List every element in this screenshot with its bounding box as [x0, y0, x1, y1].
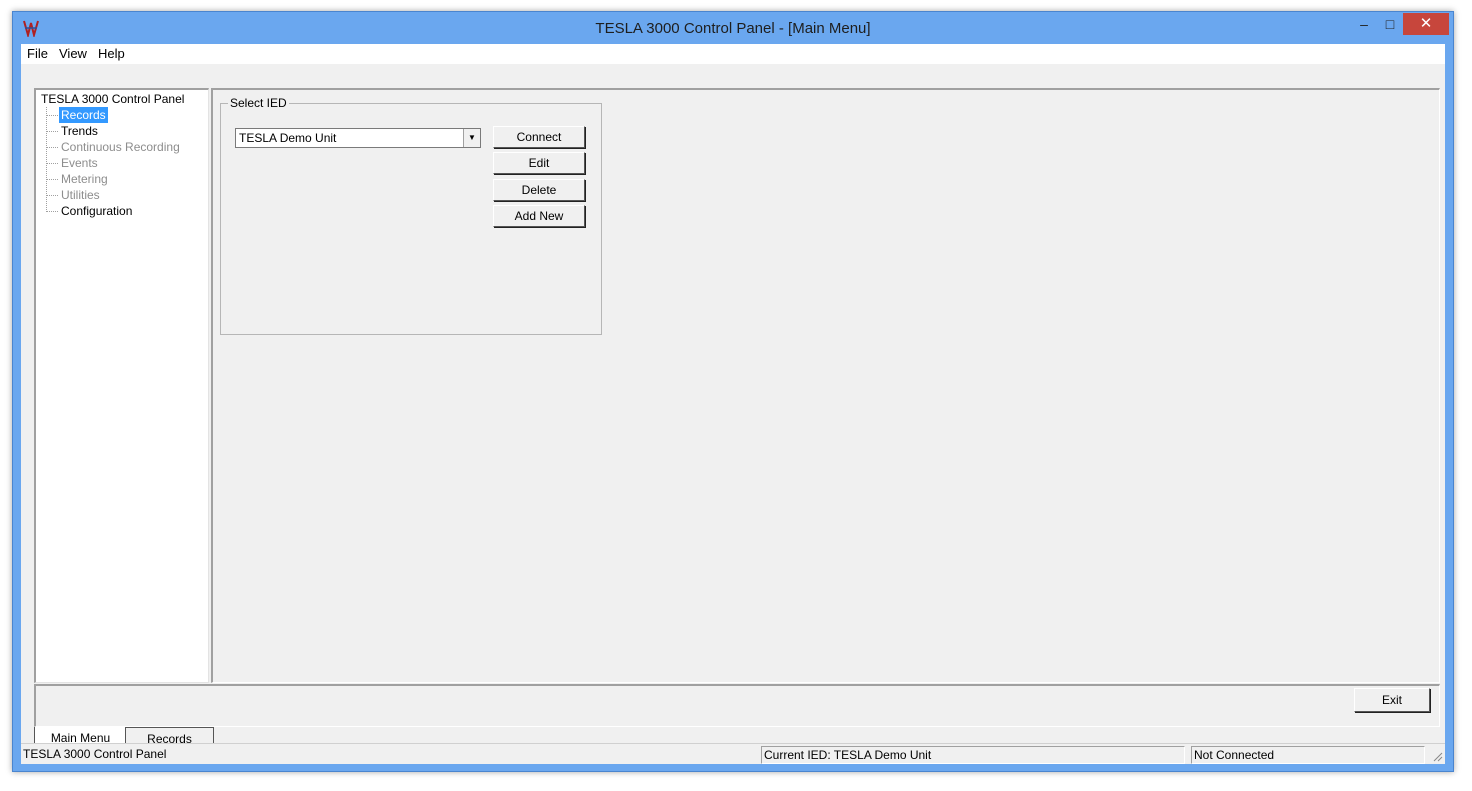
tree-connector [46, 131, 58, 132]
window-title: TESLA 3000 Control Panel - [Main Menu] [595, 20, 871, 37]
tree-root[interactable]: TESLA 3000 Control Panel [41, 92, 184, 106]
resize-grip-icon[interactable] [1431, 750, 1443, 762]
status-app-name: TESLA 3000 Control Panel [23, 747, 167, 761]
tree-item-label: Configuration [61, 204, 133, 218]
tree-item-label: Trends [61, 124, 98, 138]
tree-item-label: Continuous Recording [61, 140, 180, 154]
menu-help[interactable]: Help [98, 46, 125, 61]
tree-connector [46, 147, 58, 148]
status-current-ied: Current IED: TESLA Demo Unit [761, 746, 1185, 764]
minimize-button[interactable]: – [1351, 13, 1377, 35]
menu-view[interactable]: View [59, 46, 87, 61]
tree-connector [46, 211, 58, 212]
tree-connector [46, 163, 58, 164]
tree-item-label: Metering [61, 172, 108, 186]
ied-dropdown-value: TESLA Demo Unit [239, 131, 337, 145]
status-connection: Not Connected [1191, 746, 1425, 764]
client-area: File View Help TESLA 3000 Control Panel … [21, 44, 1445, 764]
ied-dropdown[interactable]: TESLA Demo Unit ▼ [235, 128, 481, 148]
add-new-button[interactable]: Add New [493, 205, 585, 227]
connect-button[interactable]: Connect [493, 126, 585, 148]
tree-item-label: Utilities [61, 188, 100, 202]
tree-connector [46, 115, 58, 116]
main-panel: Select IED TESLA Demo Unit ▼ Connect Edi… [211, 88, 1440, 683]
exit-button[interactable]: Exit [1354, 688, 1430, 712]
tree-item-label: Events [61, 156, 98, 170]
select-ied-group: Select IED TESLA Demo Unit ▼ Connect Edi… [220, 96, 602, 335]
close-button[interactable]: ✕ [1403, 13, 1449, 35]
title-bar[interactable]: TESLA 3000 Control Panel - [Main Menu] –… [13, 12, 1453, 44]
chevron-down-icon[interactable]: ▼ [463, 129, 480, 147]
status-bar: TESLA 3000 Control Panel Current IED: TE… [21, 743, 1445, 764]
tree-connector [46, 179, 58, 180]
bottom-button-bar: Exit [34, 684, 1440, 727]
menu-file[interactable]: File [27, 46, 48, 61]
tree-connector [46, 195, 58, 196]
select-ied-label: Select IED [228, 96, 289, 110]
tree-item-label: Records [59, 107, 108, 123]
navigation-tree: TESLA 3000 Control Panel Records Trends … [34, 88, 209, 683]
app-window: TESLA 3000 Control Panel - [Main Menu] –… [12, 11, 1454, 772]
edit-button[interactable]: Edit [493, 152, 585, 174]
menu-bar: File View Help [21, 44, 1445, 64]
maximize-button[interactable]: □ [1377, 13, 1403, 35]
delete-button[interactable]: Delete [493, 179, 585, 201]
